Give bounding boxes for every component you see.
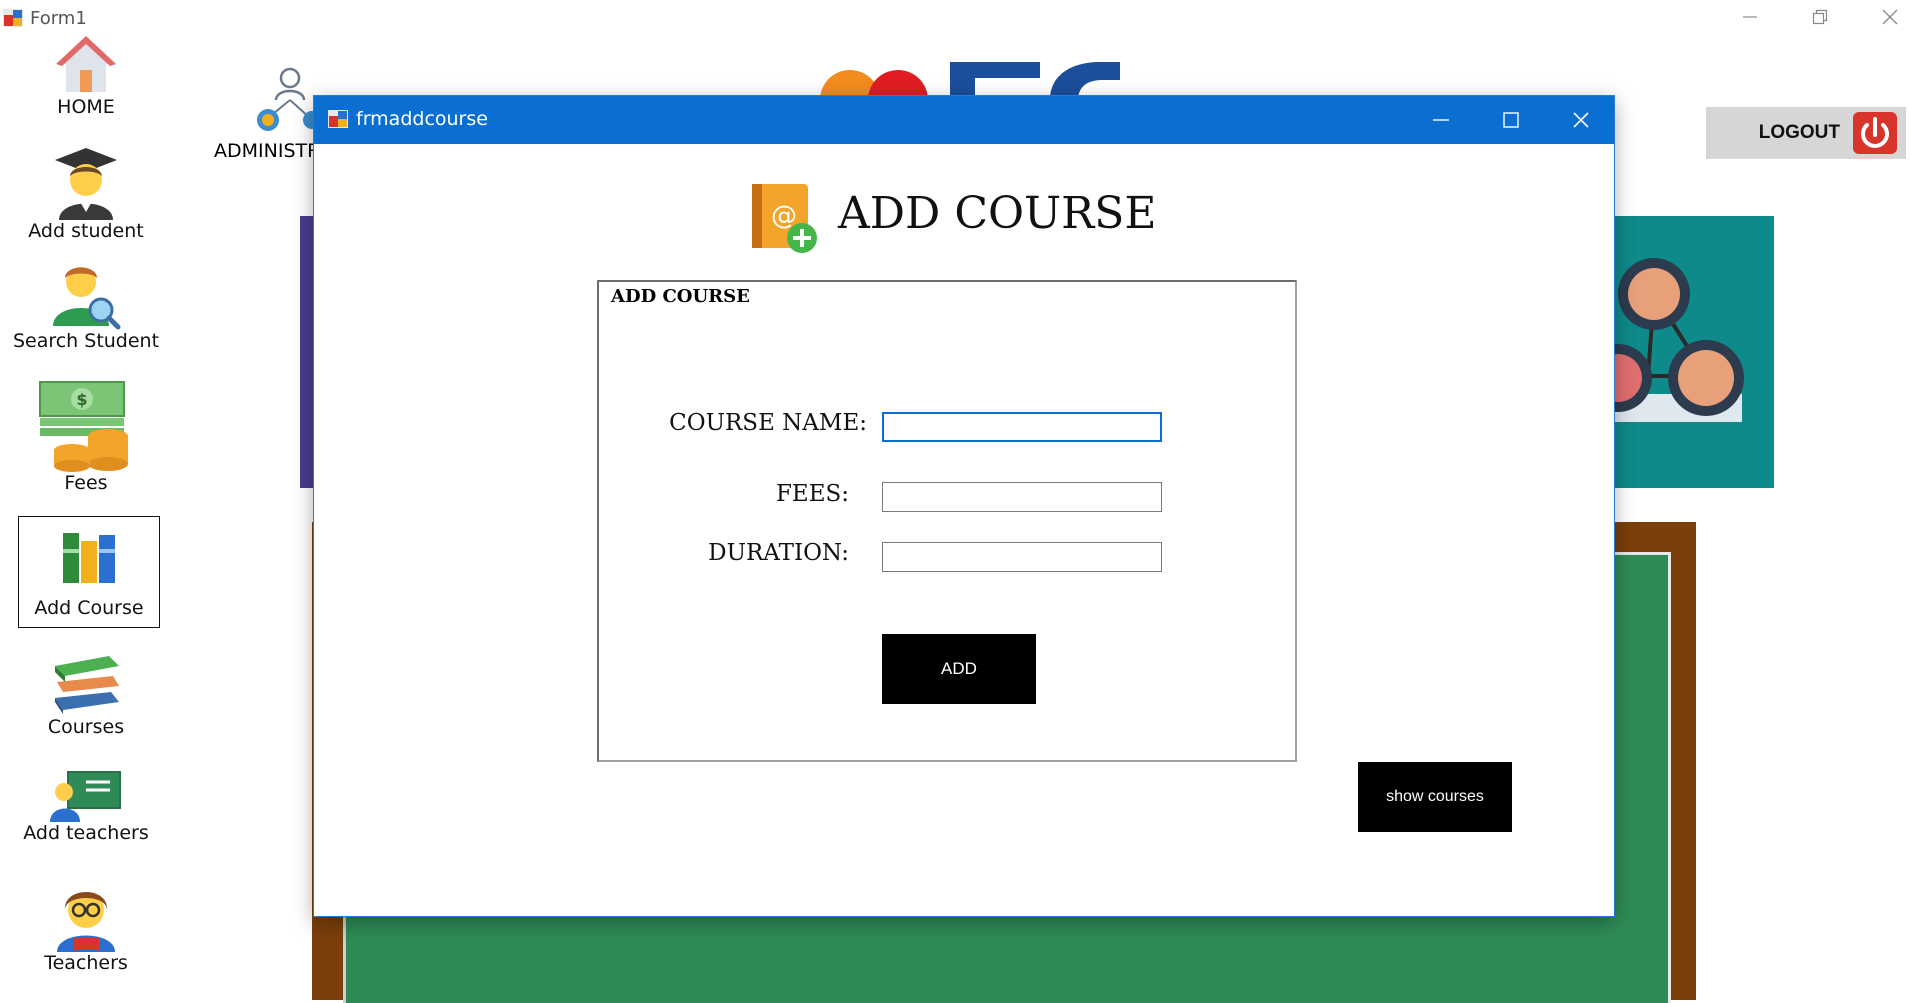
- teacher-board-icon: [50, 771, 121, 822]
- sidebar-item-add-student[interactable]: Add student: [8, 146, 164, 242]
- administrator-icon: [257, 67, 316, 131]
- sidebar-item-home[interactable]: HOME: [8, 34, 164, 118]
- duration-label: DURATION:: [708, 540, 849, 566]
- close-icon: [1573, 112, 1589, 128]
- power-icon: [1853, 112, 1897, 154]
- team-network-icon: [1584, 258, 1744, 422]
- administrator-label[interactable]: ADMINISTR: [214, 140, 320, 162]
- student-icon: [55, 148, 117, 220]
- dialog-app-icon: [328, 110, 348, 128]
- restore-button[interactable]: [1792, 0, 1848, 34]
- sidebar-item-add-course[interactable]: Add Course: [18, 516, 160, 628]
- minimize-button[interactable]: [1722, 0, 1778, 34]
- course-name-label: COURSE NAME:: [669, 410, 867, 436]
- maximize-icon: [1503, 112, 1519, 128]
- minimize-icon: [1743, 16, 1757, 18]
- dialog-heading: ADD COURSE: [838, 188, 1157, 239]
- sidebar-item-search-student[interactable]: Search Student: [8, 264, 164, 352]
- sidebar-item-courses[interactable]: Courses: [8, 648, 164, 738]
- sidebar-item-label: Search Student: [12, 330, 160, 352]
- dialog-close-button[interactable]: [1546, 96, 1616, 144]
- sidebar-item-label: Fees: [64, 472, 108, 494]
- stacked-books-icon: [55, 656, 119, 714]
- app-icon: [3, 9, 23, 27]
- sidebar-item-fees[interactable]: $ Fees: [8, 380, 164, 494]
- logout-button[interactable]: LOGOUT: [1706, 107, 1906, 159]
- dialog-title: frmaddcourse: [356, 108, 488, 130]
- add-course-dialog: frmaddcourse @ ADD COURSE ADD COURSE COU…: [314, 96, 1614, 916]
- address-book-icon: @: [752, 184, 817, 253]
- background-panel-left: [300, 216, 314, 488]
- dialog-maximize-button[interactable]: [1476, 96, 1546, 144]
- add-button[interactable]: ADD: [882, 634, 1036, 704]
- close-button[interactable]: [1862, 0, 1910, 34]
- teacher-icon: [57, 892, 115, 952]
- sidebar-item-label: Add teachers: [23, 822, 149, 844]
- sidebar-item-label: Add student: [28, 220, 144, 242]
- books-icon: [63, 533, 115, 583]
- svg-text:$: $: [76, 390, 87, 409]
- search-student-icon: [53, 267, 121, 330]
- logout-label: LOGOUT: [1758, 122, 1840, 143]
- groupbox-legend: ADD COURSE: [609, 286, 752, 307]
- course-name-input[interactable]: [882, 412, 1162, 442]
- fees-label: FEES:: [775, 481, 849, 507]
- window-title: Form1: [30, 8, 87, 29]
- team-image-panel: [1584, 216, 1774, 488]
- add-course-groupbox: ADD COURSE COURSE NAME: FEES: DURATION: …: [597, 280, 1297, 762]
- show-courses-button[interactable]: show courses: [1358, 762, 1512, 832]
- logo-graphic: [820, 62, 1120, 100]
- minimize-icon: [1433, 119, 1449, 121]
- home-icon: [56, 36, 116, 92]
- sidebar-item-label: Courses: [47, 716, 125, 738]
- sidebar-item-label: HOME: [57, 96, 115, 118]
- sidebar-item-label: Add Course: [34, 597, 144, 619]
- duration-input[interactable]: [882, 542, 1162, 572]
- money-icon: $: [39, 381, 128, 472]
- fees-input[interactable]: [882, 482, 1162, 512]
- restore-icon: [1812, 9, 1828, 25]
- close-icon: [1882, 9, 1898, 25]
- dialog-titlebar[interactable]: frmaddcourse: [314, 96, 1614, 144]
- sidebar-item-label: Teachers: [44, 952, 128, 974]
- sidebar-item-add-teachers[interactable]: Add teachers: [8, 770, 164, 844]
- sidebar-item-teachers[interactable]: Teachers: [8, 880, 164, 974]
- dialog-minimize-button[interactable]: [1406, 96, 1476, 144]
